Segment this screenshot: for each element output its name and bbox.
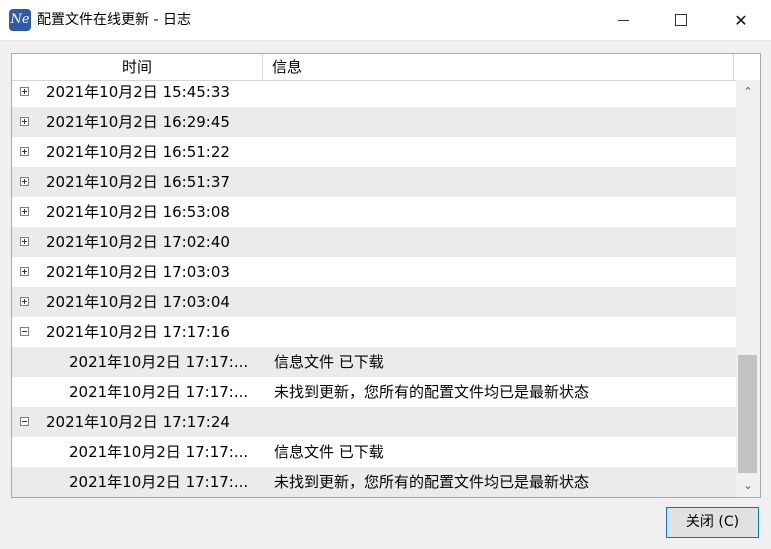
time-cell: 2021年10月2日 17:03:03 xyxy=(46,263,230,281)
info-cell xyxy=(274,107,734,137)
info-cell xyxy=(274,287,734,317)
log-group-row[interactable]: 2021年10月2日 16:29:45 xyxy=(12,107,736,137)
time-cell: 2021年10月2日 17:17:... xyxy=(69,473,249,491)
time-cell: 2021年10月2日 17:17:24 xyxy=(46,413,230,431)
time-cell: 2021年10月2日 16:29:45 xyxy=(46,113,230,131)
close-icon: ✕ xyxy=(734,10,748,30)
expand-icon[interactable] xyxy=(20,117,29,126)
time-cell: 2021年10月2日 16:51:22 xyxy=(46,143,230,161)
expand-icon[interactable] xyxy=(20,147,29,156)
log-group-row[interactable]: 2021年10月2日 16:51:22 xyxy=(12,137,736,167)
time-cell: 2021年10月2日 17:17:... xyxy=(69,443,249,461)
log-group-row[interactable]: 2021年10月2日 17:03:04 xyxy=(12,287,736,317)
expand-icon[interactable] xyxy=(20,297,29,306)
log-entry-row[interactable]: 2021年10月2日 17:17:... 未找到更新，您所有的配置文件均已是最新状… xyxy=(12,467,736,497)
log-group-row[interactable]: 2021年10月2日 16:53:08 xyxy=(12,197,736,227)
expand-icon[interactable] xyxy=(20,207,29,216)
time-cell: 2021年10月2日 15:45:33 xyxy=(46,83,230,101)
info-cell xyxy=(274,167,734,197)
minimize-button[interactable] xyxy=(594,0,652,40)
log-rows: 2021年10月2日 15:45:33 2021年10月2日 16:29:45 20… xyxy=(12,77,736,497)
time-cell: 2021年10月2日 16:51:37 xyxy=(46,173,230,191)
log-group-row[interactable]: 2021年10月2日 17:02:40 xyxy=(12,227,736,257)
window-title: 配置文件在线更新 - 日志 xyxy=(37,12,191,28)
vertical-scrollbar[interactable]: ⌃ ⌄ xyxy=(736,80,760,497)
collapse-icon[interactable] xyxy=(20,327,29,336)
expand-icon[interactable] xyxy=(20,87,29,96)
column-header: 时间 信息 xyxy=(12,54,736,81)
log-group-row[interactable]: 2021年10月2日 17:03:03 xyxy=(12,257,736,287)
log-entry-row[interactable]: 2021年10月2日 17:17:... 信息文件 已下载 xyxy=(12,347,736,377)
close-dialog-button[interactable]: 关闭 (C) xyxy=(666,507,759,538)
info-cell: 未找到更新，您所有的配置文件均已是最新状态 xyxy=(274,383,590,401)
time-cell: 2021年10月2日 17:03:04 xyxy=(46,293,230,311)
log-tree[interactable]: 2021年10月2日 15:45:33 2021年10月2日 16:29:45 20… xyxy=(11,53,761,498)
log-entry-row[interactable]: 2021年10月2日 17:17:... 信息文件 已下载 xyxy=(12,437,736,467)
info-cell xyxy=(274,137,734,167)
info-cell: 信息文件 已下载 xyxy=(274,353,384,371)
expand-icon[interactable] xyxy=(20,177,29,186)
info-cell xyxy=(274,227,734,257)
title-bar: Ne 配置文件在线更新 - 日志 ✕ xyxy=(0,0,771,41)
log-group-row[interactable]: 2021年10月2日 15:45:33 xyxy=(12,77,736,107)
info-cell: 信息文件 已下载 xyxy=(274,443,384,461)
close-window-button[interactable]: ✕ xyxy=(712,0,770,40)
log-group-row[interactable]: 2021年10月2日 17:17:24 xyxy=(12,407,736,437)
scroll-up-arrow-icon[interactable]: ⌃ xyxy=(742,86,754,98)
info-cell xyxy=(274,257,734,287)
scrollbar-thumb[interactable] xyxy=(738,355,757,473)
scroll-down-arrow-icon[interactable]: ⌄ xyxy=(742,480,754,492)
log-group-row[interactable]: 2021年10月2日 16:51:37 xyxy=(12,167,736,197)
info-cell xyxy=(274,317,734,347)
time-cell: 2021年10月2日 16:53:08 xyxy=(46,203,230,221)
log-group-row[interactable]: 2021年10月2日 17:17:16 xyxy=(12,317,736,347)
expand-icon[interactable] xyxy=(20,237,29,246)
info-cell xyxy=(274,77,734,107)
info-cell xyxy=(274,407,734,437)
maximize-button[interactable] xyxy=(652,0,710,40)
maximize-icon xyxy=(675,14,687,26)
time-cell: 2021年10月2日 17:17:... xyxy=(69,383,249,401)
column-header-time[interactable]: 时间 xyxy=(12,54,263,80)
info-cell: 未找到更新，您所有的配置文件均已是最新状态 xyxy=(274,473,590,491)
expand-icon[interactable] xyxy=(20,267,29,276)
app-icon: Ne xyxy=(9,9,31,31)
minimize-icon xyxy=(617,19,629,21)
log-entry-row[interactable]: 2021年10月2日 17:17:... 未找到更新，您所有的配置文件均已是最新状… xyxy=(12,377,736,407)
column-header-info[interactable]: 信息 xyxy=(264,54,734,80)
collapse-icon[interactable] xyxy=(20,417,29,426)
info-cell xyxy=(274,197,734,227)
time-cell: 2021年10月2日 17:02:40 xyxy=(46,233,230,251)
time-cell: 2021年10月2日 17:17:... xyxy=(69,353,249,371)
time-cell: 2021年10月2日 17:17:16 xyxy=(46,323,230,341)
